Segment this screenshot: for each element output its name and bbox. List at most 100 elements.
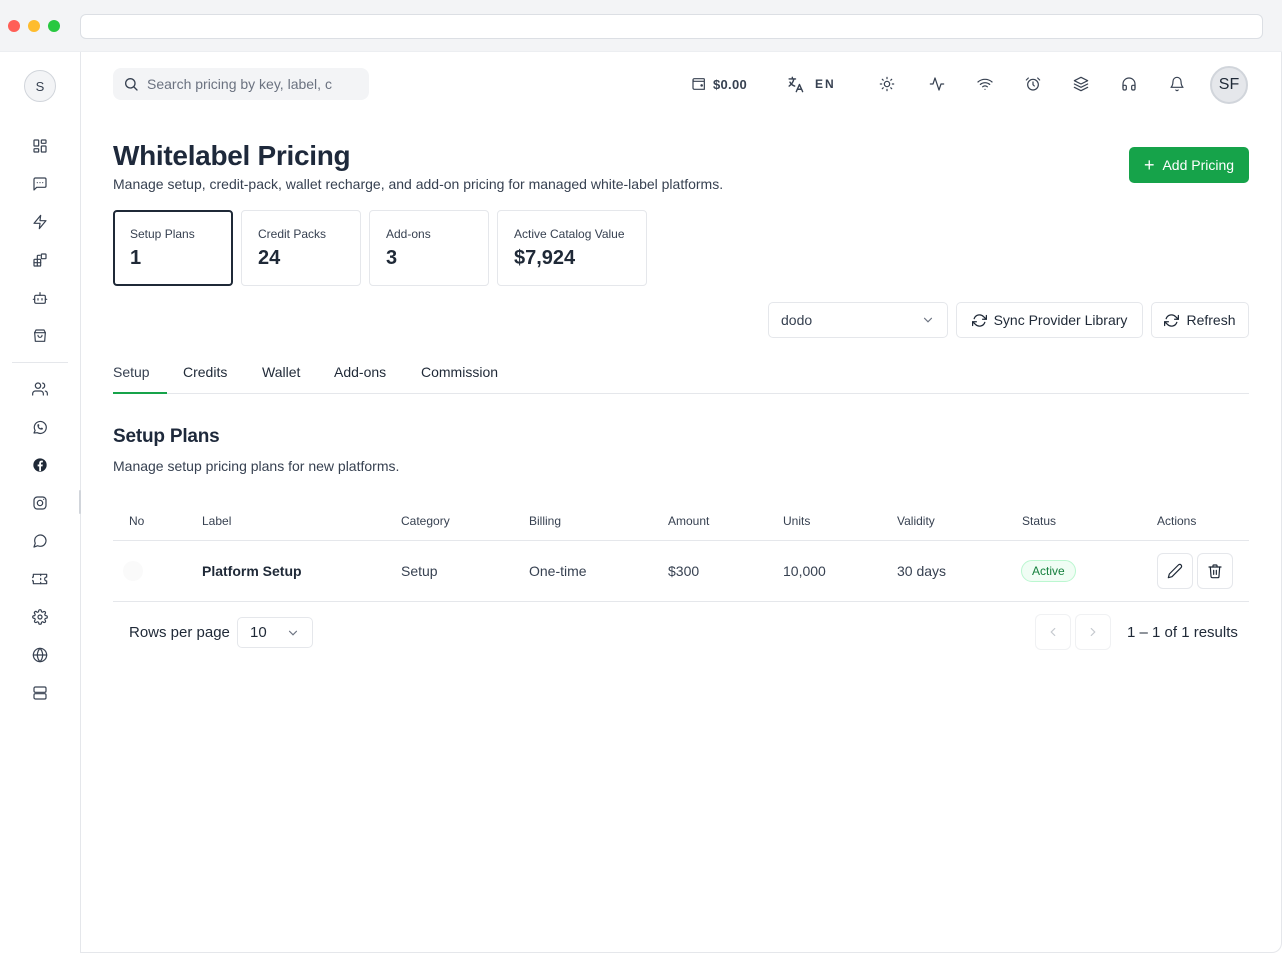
maximize-window-button[interactable] — [48, 20, 60, 32]
column-header[interactable]: Amount — [668, 514, 709, 528]
column-header[interactable]: Units — [783, 514, 810, 528]
bolt-icon — [33, 214, 47, 230]
sync-icon — [971, 313, 987, 327]
sidebar-scrollbar[interactable] — [79, 490, 81, 514]
trash-icon — [1208, 564, 1222, 579]
sidebar-item-store[interactable] — [30, 326, 50, 346]
sidebar-item-dashboard[interactable] — [30, 136, 50, 156]
column-header[interactable]: Label — [202, 514, 231, 528]
browser-chrome — [0, 0, 1282, 52]
row-label: Platform Setup — [202, 563, 302, 579]
section-subtitle: Manage setup pricing plans for new platf… — [113, 458, 400, 474]
row-billing: One-time — [529, 563, 587, 579]
sidebar-item-settings[interactable] — [30, 607, 50, 627]
ticket-icon — [32, 573, 48, 585]
stat-card-add-ons[interactable]: Add-ons 3 — [369, 210, 489, 286]
stat-value: $7,924 — [514, 247, 576, 269]
minimize-window-button[interactable] — [28, 20, 40, 32]
stat-value: 3 — [386, 247, 398, 269]
provider-select[interactable]: dodo — [768, 302, 948, 338]
sidebar-item-whatsapp[interactable] — [30, 417, 50, 437]
page-subtitle: Manage setup, credit-pack, wallet rechar… — [113, 176, 724, 192]
bell-icon — [1170, 76, 1184, 92]
search-input[interactable] — [147, 76, 337, 92]
layers-button[interactable] — [1073, 72, 1089, 96]
sidebar-item-automation[interactable] — [30, 212, 50, 232]
rows-per-page-select[interactable]: 10 — [237, 617, 313, 648]
facebook-icon — [33, 458, 47, 472]
stat-value: 24 — [258, 247, 281, 269]
refresh-button[interactable]: Refresh — [1151, 302, 1249, 338]
tab-add-ons[interactable]: Add-ons — [334, 364, 386, 394]
tab-setup[interactable]: Setup — [113, 364, 150, 394]
theme-toggle[interactable] — [879, 72, 895, 96]
row-category: Setup — [401, 563, 438, 579]
row-amount: $300 — [668, 563, 700, 579]
row-units: 10,000 — [783, 563, 826, 579]
connection-status-button[interactable] — [977, 72, 993, 96]
sun-icon — [879, 76, 895, 92]
address-bar[interactable] — [80, 14, 1263, 39]
wallet-balance: $0.00 — [713, 76, 748, 92]
reminders-button[interactable] — [1025, 72, 1041, 96]
delete-button[interactable] — [1197, 553, 1233, 589]
sidebar-item-facebook[interactable] — [30, 455, 50, 475]
column-header[interactable]: Validity — [897, 514, 935, 528]
activity-button[interactable] — [929, 72, 945, 96]
store-icon — [34, 329, 46, 342]
sidebar-item-bots[interactable] — [30, 288, 50, 308]
stat-value: 1 — [130, 247, 142, 269]
active-tab-indicator — [113, 392, 167, 394]
sidebar-item-messages[interactable] — [30, 531, 50, 551]
support-button[interactable] — [1121, 72, 1137, 96]
language-switcher[interactable]: EN — [786, 72, 836, 96]
rows-per-page-value: 10 — [250, 624, 267, 641]
wifi-icon — [977, 78, 993, 90]
wallet-balance-button[interactable]: $0.00 — [691, 72, 747, 96]
workspace-avatar[interactable]: S — [24, 70, 56, 102]
sync-provider-library-button[interactable]: Sync Provider Library — [956, 302, 1143, 338]
table-row[interactable]: Platform Setup Setup One-time $300 10,00… — [113, 541, 1249, 602]
sidebar-item-instagram[interactable] — [30, 493, 50, 513]
close-window-button[interactable] — [8, 20, 20, 32]
stat-card-credit-packs[interactable]: Credit Packs 24 — [241, 210, 361, 286]
sidebar-item-chat[interactable] — [30, 174, 50, 194]
sidebar-item-domains[interactable] — [30, 645, 50, 665]
stat-card-catalog-value[interactable]: Active Catalog Value $7,924 — [497, 210, 647, 286]
plus-icon: + — [1143, 155, 1155, 175]
edit-button[interactable] — [1157, 553, 1193, 589]
sidebar-item-widgets[interactable] — [30, 250, 50, 270]
page-title: Whitelabel Pricing — [113, 140, 351, 171]
chat-icon — [33, 177, 47, 191]
activity-icon — [929, 77, 945, 91]
globe-icon — [32, 647, 48, 663]
row-validity: 30 days — [897, 563, 947, 579]
sidebar-item-users[interactable] — [30, 379, 50, 399]
instagram-icon — [33, 496, 47, 510]
column-header[interactable]: Status — [1022, 514, 1056, 528]
user-avatar[interactable]: SF — [1210, 66, 1248, 104]
sidebar-item-tickets[interactable] — [30, 569, 50, 589]
add-pricing-button[interactable]: + Add Pricing — [1129, 147, 1249, 183]
next-page-button[interactable] — [1075, 614, 1111, 650]
tab-commission[interactable]: Commission — [421, 364, 498, 394]
sidebar-item-servers[interactable] — [30, 683, 50, 703]
column-header[interactable]: Billing — [529, 514, 561, 528]
server-icon — [33, 686, 47, 700]
search-box[interactable] — [113, 68, 369, 100]
whatsapp-icon — [33, 420, 47, 434]
tab-credits[interactable]: Credits — [183, 364, 227, 394]
notifications-button[interactable] — [1169, 72, 1185, 96]
previous-page-button[interactable] — [1035, 614, 1071, 650]
column-header[interactable]: Category — [401, 514, 450, 528]
layers-icon — [1073, 76, 1089, 92]
column-header[interactable]: No — [129, 514, 144, 528]
column-header: Actions — [1157, 514, 1197, 528]
tab-wallet[interactable]: Wallet — [262, 364, 300, 394]
pagination-info: 1 – 1 of 1 results — [1127, 624, 1238, 641]
bot-icon — [32, 292, 48, 304]
row-number-placeholder — [123, 561, 143, 581]
chevron-down-icon — [923, 317, 933, 323]
section-title: Setup Plans — [113, 426, 220, 447]
stat-card-setup-plans[interactable]: Setup Plans 1 — [113, 210, 233, 286]
